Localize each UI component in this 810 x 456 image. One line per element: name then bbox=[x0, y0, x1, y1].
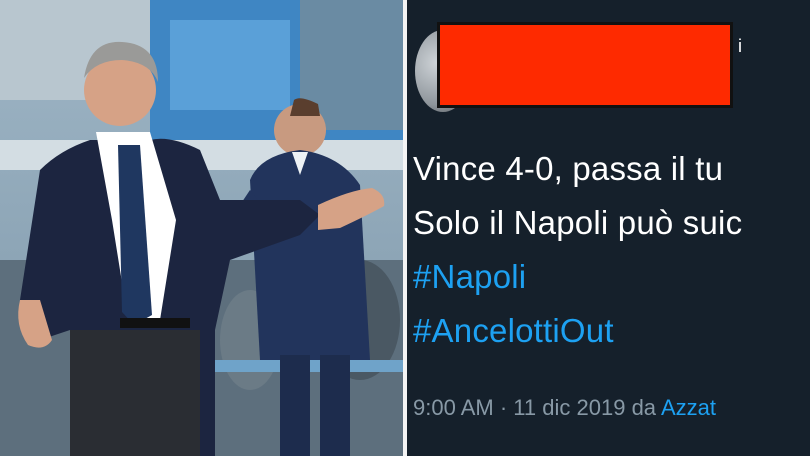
redacted-username-block bbox=[437, 22, 733, 108]
tweet-time[interactable]: 9:00 AM bbox=[413, 395, 494, 420]
tweet-text-line-2: Solo il Napoli può suic bbox=[413, 204, 743, 241]
coach-photo bbox=[0, 0, 403, 456]
tweet-meta: 9:00 AM · 11 dic 2019 da Azzat bbox=[413, 395, 716, 421]
coach-photo-illustration bbox=[0, 0, 403, 456]
tweet-date[interactable]: 11 dic 2019 bbox=[513, 395, 625, 420]
via-label: da bbox=[631, 395, 657, 420]
tweet-text-line-1: Vince 4-0, passa il tu bbox=[413, 150, 724, 187]
meta-separator: · bbox=[499, 395, 508, 420]
hashtag-napoli[interactable]: #Napoli bbox=[413, 258, 526, 296]
username-tail[interactable]: i bbox=[738, 36, 742, 57]
hashtag-ancelottiout[interactable]: #AncelottiOut bbox=[413, 312, 614, 350]
tweet-source-link[interactable]: Azzat bbox=[661, 395, 716, 420]
tweet-card: i Vince 4-0, passa il tu Solo il Napoli … bbox=[407, 0, 810, 456]
